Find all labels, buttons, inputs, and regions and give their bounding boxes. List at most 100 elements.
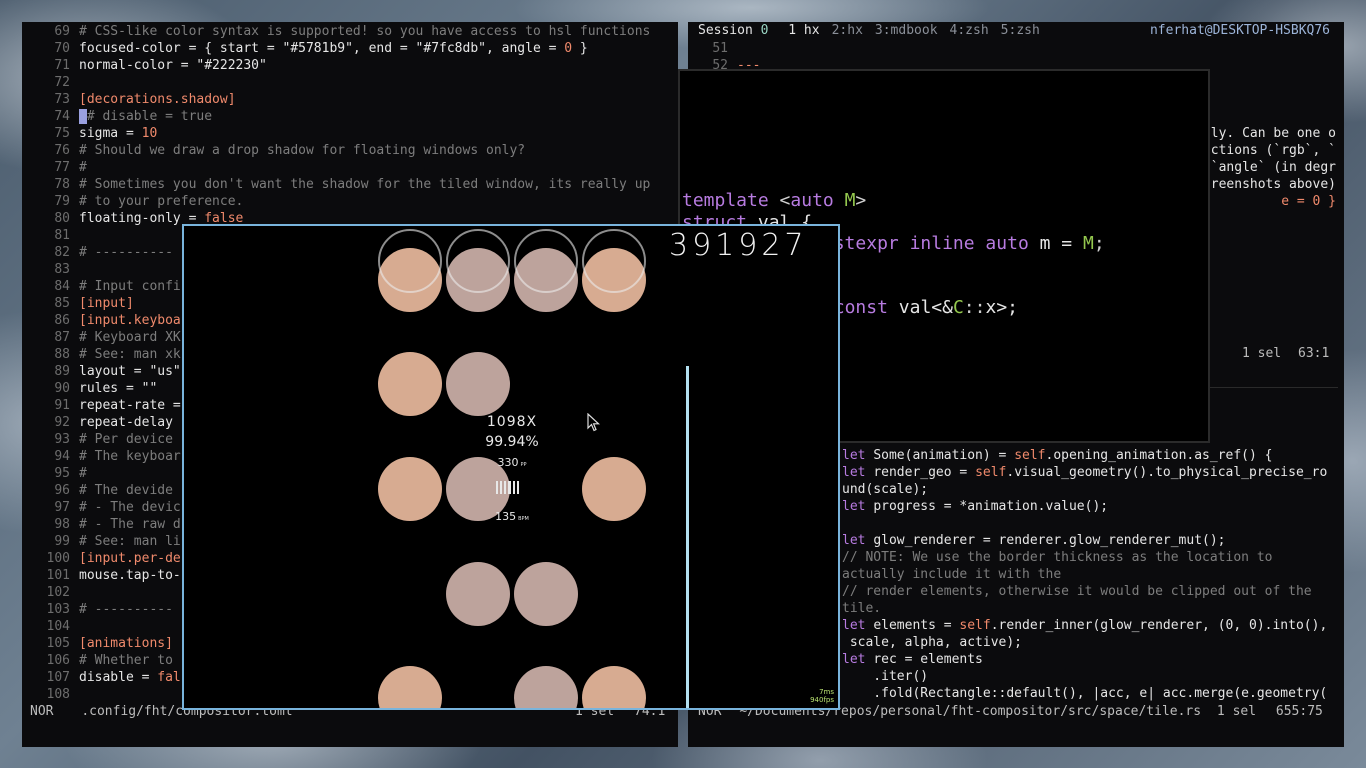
code-token: # to your preference. [79, 194, 244, 209]
hit-receptor [582, 229, 646, 293]
rhythm-game-window[interactable]: 391927 1098X 99.94% 330 PP 135 BPM 7ms 940f… [182, 224, 840, 710]
code-token: glow_renderer = renderer.glow_renderer_m… [873, 533, 1226, 548]
right-editor-bottom-code[interactable]: let Some(animation) = self.opening_anima… [842, 447, 1327, 702]
code-line[interactable]: 72 [22, 74, 650, 91]
bpm-display: 135 BPM [495, 510, 529, 523]
code-line[interactable]: // render elements, otherwise it would b… [842, 583, 1327, 600]
code-token: [input] [79, 296, 134, 311]
line-number: 106 [46, 653, 70, 668]
hit-receptor [378, 229, 442, 293]
tmux-window-tab[interactable]: 3:mdbook [875, 23, 938, 38]
code-line[interactable]: 77 # [22, 159, 650, 176]
line-number: 92 [54, 415, 70, 430]
fps-counter: 7ms 940fps [810, 688, 834, 704]
line-number: 96 [54, 483, 70, 498]
hit-receptor [446, 229, 510, 293]
code-token: val<& [898, 297, 953, 318]
line-number: 102 [46, 585, 70, 600]
code-token: ; [1093, 233, 1105, 254]
tmux-window-tab[interactable]: 2:hx [832, 23, 863, 38]
code-line[interactable]: template <auto M> [682, 190, 866, 211]
song-progress-bar [686, 366, 689, 708]
line-number: 79 [54, 194, 70, 209]
code-line[interactable]: let rec = elements [842, 651, 1327, 668]
hit-note[interactable] [514, 666, 578, 708]
code-token: # disable = true [86, 109, 213, 124]
tmux-window-tab[interactable]: 5:zsh [1001, 23, 1040, 38]
line-number: 84 [54, 279, 70, 294]
code-line-fragment: `angle` (in degr [1210, 160, 1336, 175]
code-line-fragment: reenshots above) [1210, 177, 1336, 192]
hit-note[interactable] [582, 666, 646, 708]
hit-note[interactable] [446, 352, 510, 416]
code-line[interactable]: 71 normal-color = "#222230" [22, 57, 650, 74]
line-number: 95 [54, 466, 70, 481]
code-token: x>; [985, 297, 1018, 318]
line-number: 82 [54, 245, 70, 260]
code-token: rules = "" [79, 381, 158, 396]
line-number: 74 [54, 109, 70, 124]
combo-counter: 1098X [486, 414, 538, 430]
line-number: 88 [54, 347, 70, 362]
code-line[interactable]: 74 # disable = true [22, 108, 650, 125]
code-line[interactable]: 51 [688, 40, 760, 57]
code-line[interactable]: 75 sigma = 10 [22, 125, 650, 142]
hit-note[interactable] [582, 457, 646, 521]
code-line[interactable]: let elements = self.render_inner(glow_re… [842, 617, 1327, 634]
tmux-window-tab[interactable]: 4:zsh [950, 23, 989, 38]
hit-note[interactable] [378, 457, 442, 521]
hit-note[interactable] [378, 352, 442, 416]
line-number: 70 [54, 41, 70, 56]
code-token: :: [963, 297, 986, 318]
line-number: 101 [46, 568, 70, 583]
code-line[interactable]: und(scale); [842, 481, 1327, 498]
tmux-status-bar: Session 0 1 hx 2:hx 3:mdbook 4:zsh 5:zsh nfe… [688, 22, 1344, 40]
code-line[interactable]: scale, alpha, active); [842, 634, 1327, 651]
code-line[interactable]: let Some(animation) = self.opening_anima… [842, 447, 1327, 464]
code-token: [animations] [79, 636, 173, 651]
code-token: let [842, 448, 874, 463]
code-token: 0 [564, 41, 573, 56]
code-token: # Input confi [79, 279, 181, 294]
code-line[interactable]: let render_geo = self.visual_geometry().… [842, 464, 1327, 481]
code-token: sigma = [79, 126, 142, 141]
code-token: repeat-rate = [79, 398, 181, 413]
hit-note[interactable] [446, 562, 510, 626]
code-line[interactable]: 78 # Sometimes you don't want the shadow … [22, 176, 650, 193]
code-token: # Should we draw a drop shadow for float… [79, 143, 526, 158]
line-number: 94 [54, 449, 70, 464]
code-line[interactable]: 79 # to your preference. [22, 193, 650, 210]
code-token: .render_inner(glow_renderer, (0, 0).into… [990, 618, 1328, 633]
code-token: disable = [79, 670, 158, 685]
code-line[interactable]: 73 [decorations.shadow] [22, 91, 650, 108]
code-token: < [779, 190, 791, 211]
code-line[interactable]: tile. [842, 600, 1327, 617]
code-line[interactable]: let glow_renderer = renderer.glow_render… [842, 532, 1327, 549]
code-token: # The devide [79, 483, 173, 498]
code-line[interactable]: .fold(Rectangle::default(), |acc, e| acc… [842, 685, 1327, 702]
code-line[interactable]: 70 focused-color = { start = "#5781b9", e… [22, 40, 650, 57]
code-line[interactable]: .iter() [842, 668, 1327, 685]
hit-note[interactable] [378, 666, 442, 708]
line-number: 87 [54, 330, 70, 345]
code-line-fragment: e = 0 } [1281, 194, 1336, 209]
code-line[interactable]: 76 # Should we draw a drop shadow for flo… [22, 142, 650, 159]
line-number: 91 [54, 398, 70, 413]
cursor-position: 655:75 [1275, 704, 1323, 719]
code-token: # Sometimes you don't want the shadow fo… [79, 177, 651, 192]
selection-count: 1 sel [1216, 704, 1257, 719]
code-token: let [842, 533, 874, 548]
line-number: 81 [54, 228, 70, 243]
tmux-window-tab[interactable]: 1 hx [788, 23, 819, 38]
code-line[interactable]: let progress = *animation.value(); [842, 498, 1327, 515]
line-number: 98 [54, 517, 70, 532]
code-token: # The keyboar [79, 449, 181, 464]
code-line[interactable]: actually include it with the [842, 566, 1327, 583]
code-line[interactable]: // NOTE: We use the border thickness as … [842, 549, 1327, 566]
code-line[interactable]: 69 # CSS-like color syntax is supported! … [22, 23, 650, 40]
hit-note[interactable] [514, 562, 578, 626]
code-token: [input.keyboa [79, 313, 181, 328]
code-token: render_geo = [873, 465, 976, 480]
code-token: self [975, 465, 1007, 480]
code-line[interactable] [842, 515, 1327, 532]
